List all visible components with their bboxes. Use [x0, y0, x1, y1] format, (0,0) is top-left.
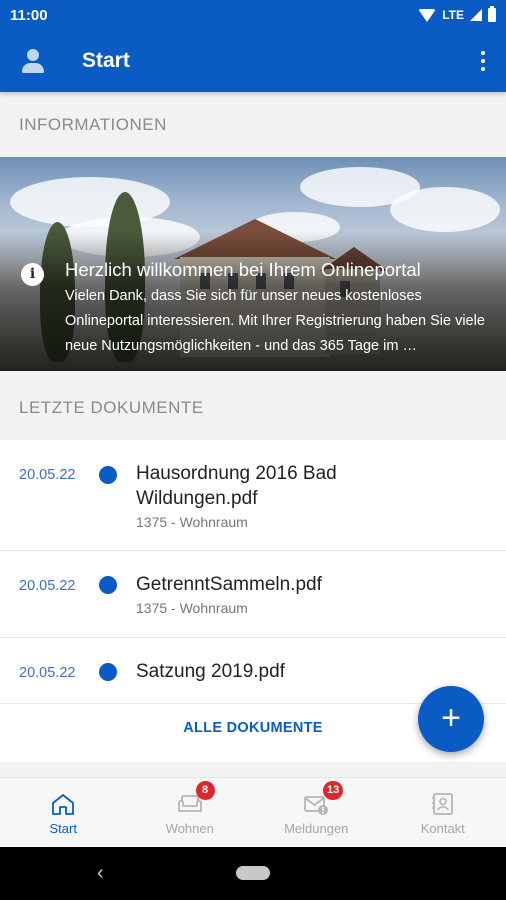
app-bar: Start: [0, 30, 506, 92]
document-title: Hausordnung 2016 Bad Wildungen.pdf: [136, 463, 337, 509]
add-icon: +: [441, 699, 461, 737]
meldungen-badge: 13: [323, 781, 344, 800]
network-type: LTE: [442, 8, 464, 22]
wohnen-badge: 8: [195, 781, 215, 800]
person-icon[interactable]: [18, 46, 48, 76]
nav-item-meldungen[interactable]: 13 Meldungen: [253, 778, 380, 847]
battery-icon: [488, 6, 496, 22]
contact-book-icon: [431, 793, 453, 815]
info-card-text: Vielen Dank, dass Sie sich für unser neu…: [65, 288, 485, 354]
list-item[interactable]: 20.05.22 GetrenntSammeln.pdf 1375 - Wohn…: [0, 551, 506, 638]
status-bar: 11:00 LTE: [0, 0, 506, 30]
add-button[interactable]: +: [418, 686, 484, 752]
nav-item-kontakt[interactable]: Kontakt: [380, 778, 506, 847]
section-header-documents: LETZTE DOKUMENTE: [19, 397, 204, 417]
back-icon[interactable]: ‹: [97, 862, 104, 885]
document-date: 20.05.22: [19, 665, 76, 681]
nav-label-wohnen: Wohnen: [165, 821, 214, 836]
document-title: Satzung 2019.pdf: [136, 661, 285, 682]
info-card[interactable]: i Herzlich willkommen bei Ihrem Onlinepo…: [0, 157, 506, 371]
document-title: GetrenntSammeln.pdf: [136, 574, 322, 595]
page-title: Start: [82, 49, 130, 72]
document-dot-icon: [99, 663, 117, 681]
nav-item-wohnen[interactable]: 8 Wohnen: [127, 778, 254, 847]
document-date: 20.05.22: [19, 467, 76, 483]
bottom-navigation: Start 8 Wohnen 13 Meldungen Kontakt: [0, 777, 506, 847]
status-time: 11:00: [10, 6, 48, 24]
document-date: 20.05.22: [19, 578, 76, 594]
document-subtitle: 1375 - Wohnraum: [136, 600, 248, 616]
document-dot-icon: [99, 466, 117, 484]
nav-label-kontakt: Kontakt: [420, 821, 465, 836]
info-icon: i: [21, 263, 44, 286]
document-dot-icon: [99, 576, 117, 594]
list-item[interactable]: 20.05.22 Hausordnung 2016 Bad Wildungen.…: [0, 440, 506, 551]
section-header-info: INFORMATIONEN: [19, 115, 167, 134]
home-icon: [52, 794, 75, 815]
more-vert-icon[interactable]: [480, 51, 486, 71]
home-pill-icon[interactable]: [236, 866, 270, 880]
signal-icon: [470, 9, 482, 21]
system-navigation-bar: ‹: [0, 847, 506, 900]
info-card-title: Herzlich willkommen bei Ihrem Onlineport…: [65, 259, 421, 280]
nav-item-start[interactable]: Start: [0, 778, 127, 847]
nav-label-start: Start: [49, 821, 77, 836]
wifi-icon: [418, 8, 437, 22]
document-subtitle: 1375 - Wohnraum: [136, 514, 248, 530]
nav-label-meldungen: Meldungen: [284, 821, 349, 836]
